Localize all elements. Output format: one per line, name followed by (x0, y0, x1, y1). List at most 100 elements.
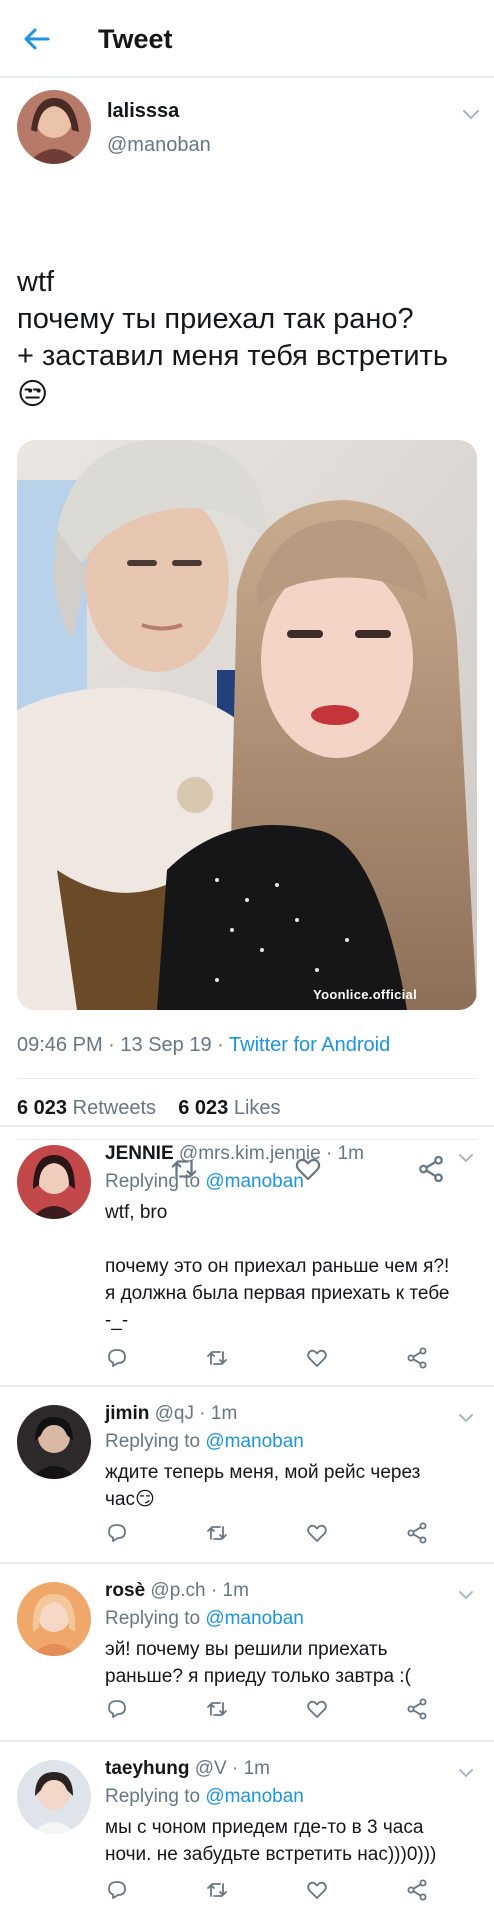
tweet-source-link[interactable]: Twitter for Android (229, 1034, 390, 1056)
reply-actions (0, 1346, 494, 1376)
reply-text: ждите теперь меня, мой рейс через час😏 (105, 1459, 485, 1513)
reply-text-line: час😏 (105, 1489, 155, 1510)
likes-label: Likes (233, 1097, 281, 1119)
reply-text-line (105, 1226, 485, 1253)
unamused-face-emoji: 😒 (17, 376, 49, 412)
replying-to-link[interactable]: @manoban (205, 1431, 304, 1452)
replying-to: Replying to @manoban (105, 1171, 304, 1193)
reply-item[interactable]: JENNIE @mrs.kim.jennie · 1m Replying to … (0, 1125, 494, 1385)
reply-text-line: ночи. не забудьте встретить нас)))0))) (105, 1844, 437, 1865)
chevron-down-icon[interactable] (458, 1151, 474, 1163)
reply-text: эй! почему вы решили приехать раньше? я … (105, 1636, 485, 1690)
reply-icon[interactable] (105, 1346, 129, 1370)
replying-to-link[interactable]: @manoban (205, 1608, 304, 1629)
reply-author-name[interactable]: rosè (105, 1580, 145, 1601)
reply-author-name[interactable]: jimin (105, 1403, 149, 1424)
retweets-count: 6 023 (17, 1097, 68, 1119)
reply-header: taeyhung @V · 1m (105, 1758, 270, 1779)
reply-time: 1m (210, 1403, 238, 1424)
reply-text-line: я должна была первая приехать к тебе (105, 1283, 450, 1304)
tweet-photo[interactable]: Yoonlice.official (17, 440, 477, 1010)
reply-author-handle[interactable]: @qJ (155, 1403, 194, 1424)
replying-to-link[interactable]: @manoban (205, 1171, 304, 1192)
author-name[interactable]: lalisssa (107, 100, 179, 123)
tweet-text: wtf почему ты приехал так рано? + застав… (17, 264, 487, 413)
replying-to-label: Replying to (105, 1431, 201, 1452)
reply-header: rosè @p.ch · 1m (105, 1580, 249, 1601)
reply-text-line: эй! почему вы решили приехать (105, 1639, 388, 1660)
like-icon[interactable] (305, 1521, 329, 1545)
tweet-date: 13 Sep 19 (120, 1034, 212, 1056)
share-icon[interactable] (405, 1346, 429, 1370)
reply-text-line: раньше? я приеду только завтра :( (105, 1666, 411, 1687)
replying-to-label: Replying to (105, 1608, 201, 1629)
reply-item[interactable]: jimin @qJ · 1m Replying to @manoban ждит… (0, 1385, 494, 1562)
app-bar: Tweet (0, 0, 494, 78)
replying-to-label: Replying to (105, 1786, 201, 1807)
avatar[interactable] (17, 1760, 91, 1834)
meta-separator: · (211, 1034, 230, 1056)
avatar[interactable] (17, 90, 91, 164)
reply-text-line: wtf, bro (105, 1202, 168, 1223)
retweet-icon[interactable] (205, 1697, 229, 1721)
avatar[interactable] (17, 1145, 91, 1219)
retweet-icon[interactable] (205, 1346, 229, 1370)
reply-author-name[interactable]: taeyhung (105, 1758, 189, 1779)
reply-text-line: -_- (105, 1310, 129, 1331)
reply-icon[interactable] (105, 1521, 129, 1545)
share-icon[interactable] (405, 1521, 429, 1545)
chevron-down-icon[interactable] (458, 1411, 474, 1423)
reply-time: 1m (243, 1758, 270, 1779)
replying-to: Replying to @manoban (105, 1786, 304, 1808)
replying-to-link[interactable]: @manoban (205, 1786, 304, 1807)
retweet-icon[interactable] (205, 1878, 229, 1902)
reply-actions (0, 1521, 494, 1551)
tweet-text-line: wtf (17, 266, 55, 298)
reply-time: 1m (337, 1143, 364, 1164)
share-icon[interactable] (405, 1697, 429, 1721)
reply-item[interactable]: rosè @p.ch · 1m Replying to @manoban эй!… (0, 1562, 494, 1740)
reply-header: JENNIE @mrs.kim.jennie · 1m (105, 1143, 364, 1164)
author-handle[interactable]: @manoban (107, 134, 211, 157)
replying-to-label: Replying to (105, 1171, 201, 1192)
reply-author-name[interactable]: JENNIE (105, 1143, 174, 1164)
tweet-stats: 6 023 Retweets 6 023 Likes (17, 1097, 281, 1120)
reply-item[interactable]: taeyhung @V · 1m Replying to @manoban мы… (0, 1740, 494, 1920)
retweet-icon[interactable] (205, 1521, 229, 1545)
arrow-left-icon[interactable] (22, 24, 52, 54)
reply-text-line: ждите теперь меня, мой рейс через (105, 1462, 421, 1483)
reply-actions (0, 1697, 494, 1727)
tweet-text-line: + заставил меня тебя встретить (17, 340, 448, 372)
reply-text-line: почему это он приехал раньше чем я?! (105, 1256, 450, 1277)
share-icon[interactable] (405, 1878, 429, 1902)
page-title: Tweet (98, 24, 173, 54)
avatar[interactable] (17, 1582, 91, 1656)
likes-stat[interactable]: 6 023 Likes (178, 1097, 280, 1119)
image-watermark: Yoonlice.official (313, 987, 417, 1002)
reply-author-handle[interactable]: @mrs.kim.jennie (179, 1143, 321, 1164)
tweet-text-line: почему ты приехал так рано? (17, 303, 414, 335)
tweet-time: 09:46 PM (17, 1034, 103, 1056)
reply-text: мы с чоном приедем где-то в 3 часа ночи.… (105, 1814, 485, 1868)
reply-icon[interactable] (105, 1697, 129, 1721)
chevron-down-icon[interactable] (462, 108, 480, 120)
meta-separator: · (102, 1034, 121, 1056)
reply-author-handle[interactable]: @V (195, 1758, 227, 1779)
like-icon[interactable] (305, 1878, 329, 1902)
like-icon[interactable] (305, 1697, 329, 1721)
reply-icon[interactable] (105, 1878, 129, 1902)
avatar[interactable] (17, 1405, 91, 1479)
reply-time: 1m (222, 1580, 249, 1601)
divider (17, 1078, 477, 1079)
retweets-label: Retweets (72, 1097, 156, 1119)
reply-author-handle[interactable]: @p.ch (150, 1580, 205, 1601)
likes-count: 6 023 (178, 1097, 229, 1119)
reply-actions (0, 1878, 494, 1908)
chevron-down-icon[interactable] (458, 1766, 474, 1778)
reply-header: jimin @qJ · 1m (105, 1403, 238, 1424)
retweets-stat[interactable]: 6 023 Retweets (17, 1097, 156, 1119)
like-icon[interactable] (305, 1346, 329, 1370)
chevron-down-icon[interactable] (458, 1588, 474, 1600)
reply-text-line: мы с чоном приедем где-то в 3 часа (105, 1817, 424, 1838)
replying-to: Replying to @manoban (105, 1431, 304, 1453)
